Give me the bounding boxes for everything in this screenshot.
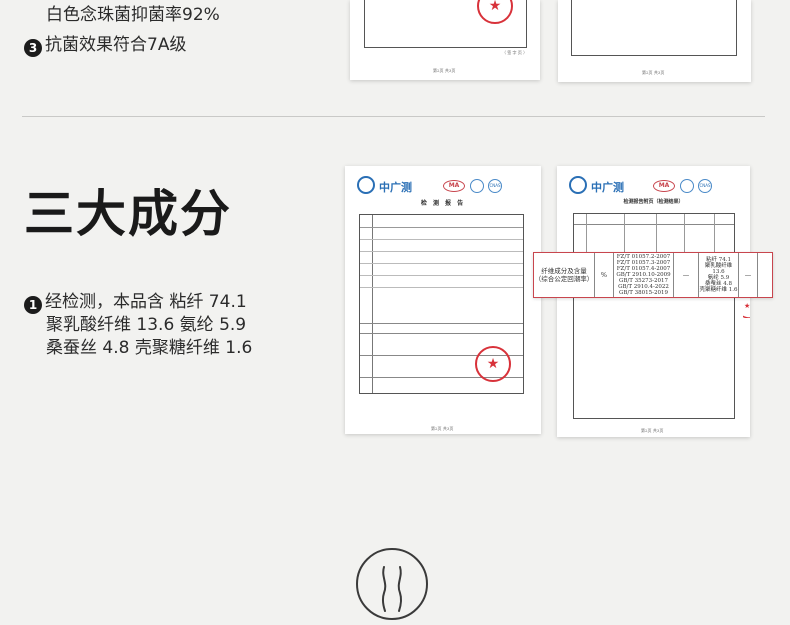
highlight-dash-2: — [739, 253, 758, 297]
highlight-item: 纤维成分及含量 （综合公定回潮率） [534, 253, 595, 297]
report-footer: 第2页 共3页 [431, 426, 454, 431]
brand-name: 中广测 [379, 181, 412, 194]
brand-logo-icon [357, 176, 375, 194]
section-title: 三大成分 [24, 185, 232, 243]
report-page-main: 中广测 MA CNAS 检 测 报 告 ★ 第2页 共3页 [345, 166, 541, 434]
top-item-3: 3 抗菌效果符合7A级 [24, 34, 186, 57]
report-footer: 第2页 共3页 [641, 428, 664, 433]
section-divider [22, 116, 765, 117]
composition-item-1: 1 经检测，本品含 粘纤 74.1 [24, 291, 247, 314]
report-footer: 第2页 共3页 [433, 68, 456, 73]
report-page-top-left: ★ （ 签 字 页 ） 第2页 共3页 [350, 0, 540, 80]
number-3-badge: 3 [24, 39, 42, 57]
cnas-mark-icon: CNAS [698, 179, 712, 193]
body-silhouette-icon [355, 547, 429, 621]
composition-line-3: 桑蚕丝 4.8 壳聚糖纤维 1.6 [46, 338, 253, 358]
highlight-standards: FZ/T 01057.2-2007 FZ/T 01057.3-2007 FZ/T… [614, 253, 674, 297]
composition-line-2: 聚乳酸纤维 13.6 氨纶 5.9 [46, 315, 247, 335]
top-line-1: 白色念珠菌抑菌率92% [46, 5, 220, 25]
svg-text:★: ★ [744, 302, 750, 310]
composition-line-1: 经检测，本品含 粘纤 74.1 [45, 292, 247, 312]
top-item-3-text: 抗菌效果符合7A级 [45, 35, 187, 55]
red-seal-icon: ★ [475, 346, 511, 382]
ma-mark-icon: MA [443, 180, 465, 192]
brand-name: 中广测 [591, 181, 624, 194]
report-footer: 第2页 共3页 [642, 70, 665, 75]
brand-logo-icon [569, 176, 587, 194]
cnas-mark-icon: CNAS [488, 179, 502, 193]
report-page-top-right: 第2页 共3页 [558, 0, 751, 82]
composition-highlight: 纤维成分及含量 （综合公定回潮率） % FZ/T 01057.2-2007 FZ… [533, 252, 773, 298]
results-table [573, 213, 735, 419]
highlight-dash-1: — [674, 253, 699, 297]
report-title: 检 测 报 告 [420, 200, 466, 207]
results-page-title: 检测报告附页（检测结果） [623, 199, 684, 205]
ma-mark-icon: MA [653, 180, 675, 192]
report-table [571, 0, 737, 56]
highlight-result: 粘纤 74.1 聚乳酸纤维 13.6 氨纶 5.9 桑蚕丝 4.8 壳聚糖纤维 … [699, 253, 739, 297]
ilac-mark-icon [470, 179, 484, 193]
ilac-mark-icon [680, 179, 694, 193]
number-1-badge: 1 [24, 296, 42, 314]
highlight-unit: % [595, 253, 614, 297]
report-page-results: 中广测 MA CNAS 检测报告附页（检测结果） ★ 第2页 共3页 [557, 166, 750, 437]
